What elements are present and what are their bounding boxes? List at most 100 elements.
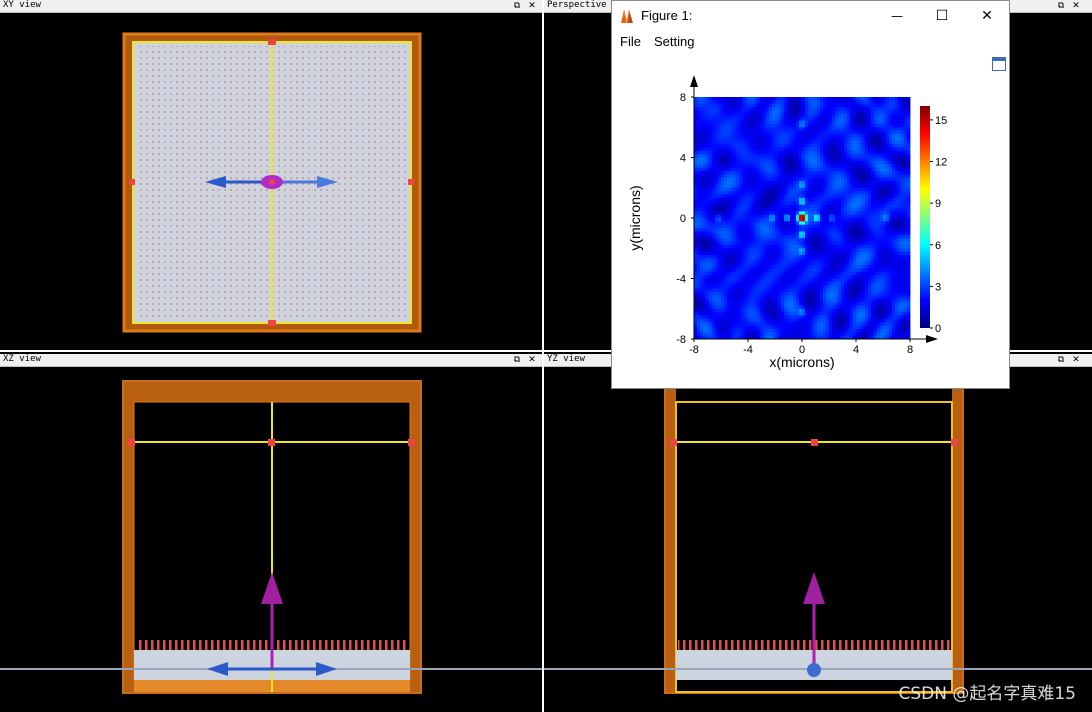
figure-canvas[interactable]: -8 -4 0 4 8 8 4 0 -4 -8 x(microns) y(microns) 15 12 9 6… <box>614 55 1007 386</box>
heatmap-cell <box>721 107 725 111</box>
heatmap-cell <box>718 254 722 259</box>
heatmap-cell <box>853 123 857 128</box>
yz-viewport[interactable]: YZ view ⧉ ✕ <box>544 352 1092 712</box>
heatmap-cell <box>724 254 728 259</box>
heatmap-cell <box>850 211 854 216</box>
heatmap-cell <box>805 201 809 205</box>
heatmap-cell <box>847 261 851 266</box>
heatmap-cell <box>841 103 845 108</box>
heatmap-cell <box>886 318 890 323</box>
heatmap-cell <box>817 140 821 145</box>
heatmap-cell <box>694 133 698 138</box>
heatmap-cell <box>802 315 806 320</box>
close-icon[interactable]: ✕ <box>964 1 1010 31</box>
heatmap-cell <box>781 177 785 182</box>
xy-scene[interactable] <box>0 13 542 350</box>
heatmap-cell <box>703 295 707 300</box>
yz-scene[interactable] <box>544 367 1092 712</box>
heatmap-cell <box>730 164 734 168</box>
heatmap-cell <box>895 268 899 273</box>
heatmap-cell <box>790 207 794 212</box>
close-icon[interactable]: ✕ <box>525 354 539 366</box>
close-icon[interactable]: ✕ <box>525 0 539 12</box>
heatmap-cell <box>814 244 818 249</box>
heatmap-cell <box>784 144 788 148</box>
heatmap-cell <box>886 325 890 330</box>
heatmap-cell <box>700 258 704 263</box>
heatmap-cell <box>757 248 761 253</box>
heatmap-cell <box>805 275 809 279</box>
heatmap-cell <box>886 231 890 236</box>
heatmap-cell <box>820 120 824 125</box>
minimize-icon[interactable]: — <box>874 1 920 31</box>
heatmap-cell <box>763 144 767 148</box>
heatmap-cell <box>865 238 869 242</box>
figure-window[interactable]: Figure 1: — ☐ ✕ File Setting -8 -4 0 4 8 8 4 0-… <box>611 0 1010 389</box>
heatmap-cell <box>730 265 734 269</box>
heatmap-cell <box>763 261 767 266</box>
heatmap-cell <box>880 120 884 125</box>
heatmap-cell <box>820 130 824 135</box>
xz-scene[interactable] <box>0 367 542 712</box>
menu-file[interactable]: File <box>620 34 641 49</box>
restore-window-icon[interactable]: ⧉ <box>1054 0 1068 12</box>
heatmap-cell <box>799 278 803 283</box>
handle-right <box>408 179 414 185</box>
restore-window-icon[interactable]: ⧉ <box>510 354 524 366</box>
heatmap-cell <box>796 265 800 269</box>
heatmap-cell <box>772 170 776 175</box>
heatmap-cell <box>784 288 788 293</box>
figure-titlebar[interactable]: Figure 1: — ☐ ✕ <box>612 1 1009 31</box>
menu-setting[interactable]: Setting <box>654 34 694 49</box>
heatmap-cell <box>844 181 848 185</box>
heatmap-cell <box>811 194 815 199</box>
heatmap-cell <box>799 133 803 138</box>
heatmap-cell <box>700 187 704 192</box>
heatmap-cell <box>865 221 869 226</box>
heatmap-cell <box>778 244 782 249</box>
heatmap-cell <box>706 133 710 138</box>
maximize-icon[interactable]: ☐ <box>919 1 965 31</box>
heatmap-cell <box>778 207 782 212</box>
heatmap-cell <box>721 244 725 249</box>
heatmap-cell <box>889 167 893 172</box>
heatmap-cell <box>742 97 746 101</box>
heatmap-cell <box>799 288 803 293</box>
heatmap-cell <box>820 218 824 222</box>
close-icon[interactable]: ✕ <box>1069 0 1083 12</box>
heatmap-cell <box>811 164 815 168</box>
heatmap-cell <box>718 258 722 263</box>
heatmap-cell <box>868 181 872 185</box>
heatmap-cell <box>805 113 809 118</box>
heatmap-cell <box>847 187 851 192</box>
heatmap-cell <box>877 167 881 172</box>
heatmap-cell <box>874 97 878 101</box>
heatmap-cell <box>817 103 821 108</box>
restore-window-icon[interactable]: ⧉ <box>1054 354 1068 366</box>
heatmap-plot[interactable]: -8 -4 0 4 8840-4-8x(microns)y(microns)151296… <box>614 55 1006 387</box>
viewport-separator-vertical[interactable] <box>542 0 544 712</box>
heatmap-cell <box>823 133 827 138</box>
heatmap-cell <box>790 322 794 326</box>
heatmap-cell <box>727 244 731 249</box>
heatmap-cell <box>892 177 896 182</box>
heatmap-cell <box>880 137 884 142</box>
heatmap-cell <box>865 254 869 259</box>
xz-viewport[interactable]: XZ view ⧉ ✕ <box>0 352 542 712</box>
heatmap-cell <box>781 187 785 192</box>
heatmap-cell <box>895 265 899 269</box>
heatmap-cell <box>841 231 845 236</box>
heatmap-cell <box>826 271 830 276</box>
heatmap-cell <box>817 285 821 289</box>
close-icon[interactable]: ✕ <box>1069 354 1083 366</box>
heatmap-cell <box>724 224 728 229</box>
heatmap-cell <box>736 170 740 175</box>
heatmap-cell <box>823 278 827 283</box>
heatmap-cell <box>739 137 743 142</box>
restore-window-icon[interactable]: ⧉ <box>510 0 524 12</box>
xy-viewport[interactable]: XY view ⧉ ✕ <box>0 0 542 350</box>
heatmap-cell <box>796 130 800 135</box>
heatmap-cell <box>805 214 809 219</box>
heatmap-cell <box>883 201 887 205</box>
heatmap-cell <box>712 211 716 216</box>
